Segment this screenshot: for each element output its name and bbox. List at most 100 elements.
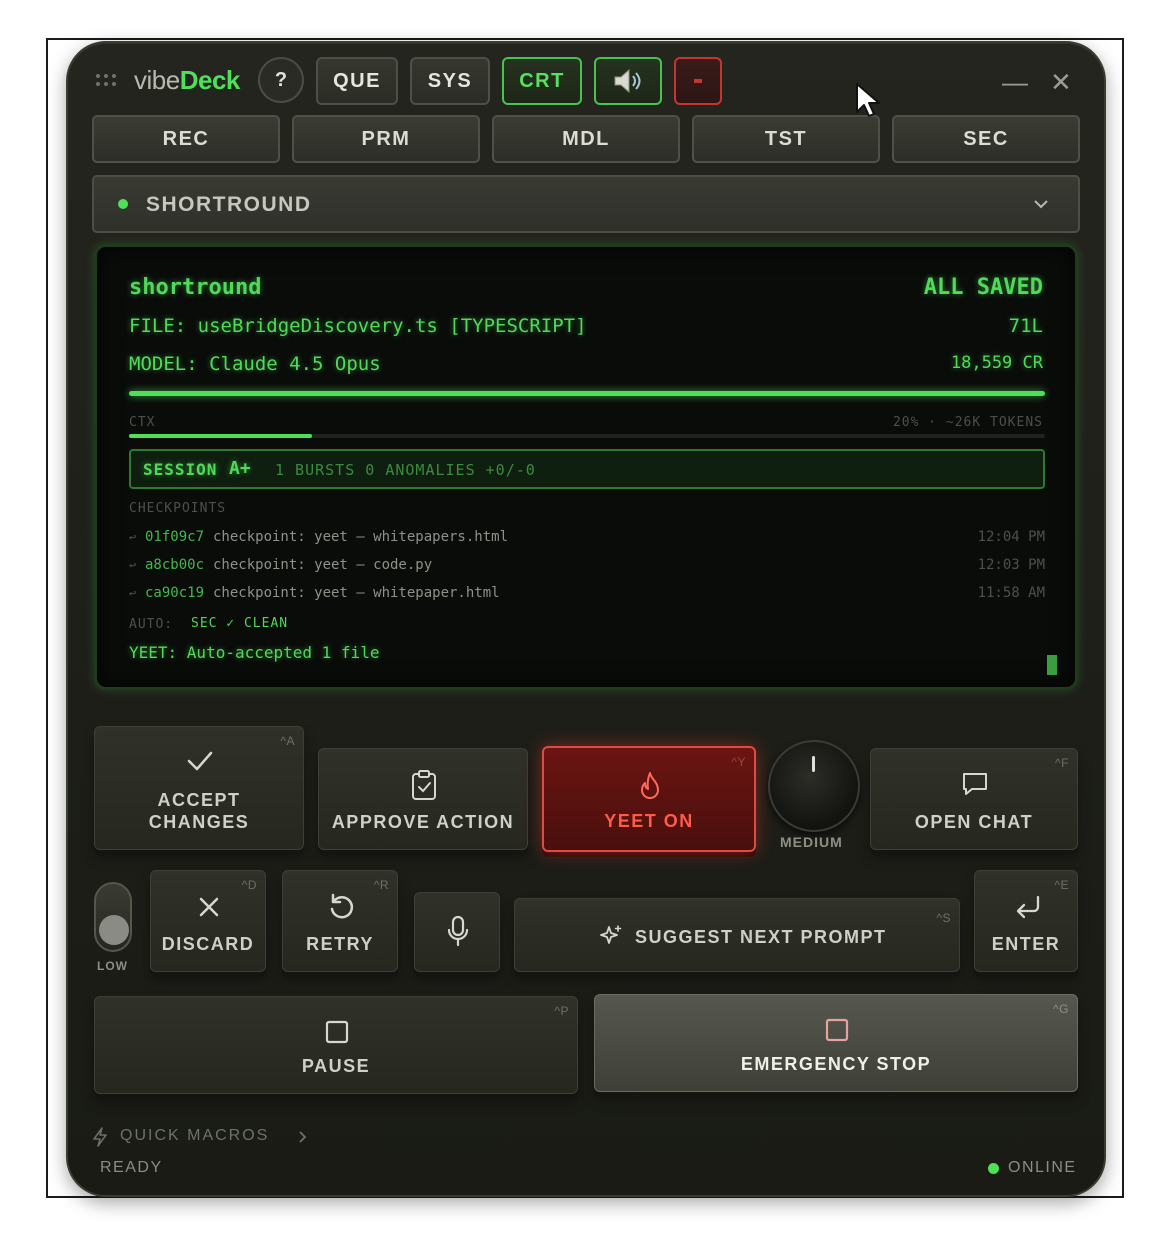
- checkpoint-row[interactable]: ↩ a8cb00c checkpoint: yeet – code.py 12:…: [129, 557, 1045, 577]
- brand-plain: vibe: [134, 65, 180, 95]
- app-logo: vibeDeck: [134, 65, 240, 96]
- retry-label: RETRY: [306, 934, 374, 954]
- project-name: SHORTROUND: [146, 193, 312, 216]
- knob-label: MEDIUM: [780, 834, 843, 850]
- shortcut-hint: ^Y: [731, 755, 746, 769]
- session-stats: 1 BURSTS 0 ANOMALIES +0/-0: [275, 461, 536, 479]
- record-stop-button[interactable]: [674, 57, 722, 105]
- knob-indicator: [812, 756, 815, 772]
- retry-icon: [330, 893, 354, 919]
- session-label: SESSION: [143, 460, 218, 479]
- close-button[interactable]: ✕: [1050, 67, 1072, 98]
- mouse-cursor-icon: [856, 83, 880, 117]
- tab-sec[interactable]: SEC: [892, 115, 1080, 163]
- pause-button[interactable]: ^P PAUSE: [94, 996, 578, 1094]
- quick-macros-label: QUICK MACROS: [120, 1127, 270, 1144]
- revert-icon: ↩: [129, 530, 137, 544]
- online-indicator: [988, 1163, 999, 1174]
- lightning-icon: [93, 1127, 107, 1147]
- checkpoint-time: 12:04 PM: [977, 529, 1045, 545]
- quick-macros-toggle[interactable]: QUICK MACROS: [92, 1125, 312, 1147]
- open-chat-button[interactable]: ^F OPEN CHAT: [870, 748, 1078, 850]
- revert-icon: ↩: [129, 558, 137, 572]
- revert-icon: ↩: [129, 586, 137, 600]
- clipboard-check-icon: [412, 770, 436, 800]
- suggest-label: SUGGEST NEXT PROMPT: [635, 927, 887, 947]
- tab-rec[interactable]: REC: [92, 115, 280, 163]
- ctx-label: CTX: [129, 415, 156, 430]
- retry-button[interactable]: ^R RETRY: [282, 870, 398, 972]
- terminal-cursor: [1047, 655, 1057, 675]
- tab-tst[interactable]: TST: [692, 115, 880, 163]
- yeet-toggle-button[interactable]: ^Y YEET ON: [542, 746, 756, 852]
- checkpoint-row[interactable]: ↩ ca90c19 checkpoint: yeet – whitepaper.…: [129, 585, 1045, 605]
- checkpoint-hash: 01f09c7: [145, 529, 205, 545]
- help-button[interactable]: ?: [258, 57, 304, 103]
- microphone-button[interactable]: [414, 892, 500, 972]
- minimize-button[interactable]: —: [1002, 67, 1028, 98]
- accept-label-1: ACCEPT: [157, 790, 241, 810]
- project-id: shortround: [129, 275, 262, 300]
- suggest-next-prompt-button[interactable]: ^S SUGGEST NEXT PROMPT: [514, 898, 960, 972]
- stop-square-icon: [825, 1018, 849, 1042]
- checkpoint-message: checkpoint: yeet – whitepapers.html: [213, 529, 509, 545]
- toggle-thumb: [99, 915, 129, 945]
- emergency-stop-button[interactable]: ^G EMERGENCY STOP: [594, 994, 1078, 1092]
- sparkles-icon: [600, 925, 622, 944]
- accept-label-2: CHANGES: [148, 812, 250, 832]
- discard-button[interactable]: ^D DISCARD: [150, 870, 266, 972]
- drag-handle-icon[interactable]: [96, 74, 118, 88]
- open-chat-label: OPEN CHAT: [914, 812, 1034, 832]
- toggle-label: LOW: [97, 959, 128, 973]
- sound-button[interactable]: [594, 57, 662, 105]
- queue-button[interactable]: QUE: [316, 57, 398, 105]
- checkpoint-message: checkpoint: yeet – whitepaper.html: [213, 585, 500, 601]
- shortcut-hint: ^D: [241, 878, 257, 892]
- checkpoint-time: 12:03 PM: [977, 557, 1045, 573]
- checkpoint-hash: a8cb00c: [145, 557, 205, 573]
- ctx-fill: [129, 434, 312, 438]
- emergency-label: EMERGENCY STOP: [740, 1054, 932, 1074]
- tab-prm[interactable]: PRM: [292, 115, 480, 163]
- status-ready: READY: [100, 1159, 163, 1176]
- tab-mdl[interactable]: MDL: [492, 115, 680, 163]
- shortcut-hint: ^S: [936, 911, 951, 925]
- status-online: ONLINE: [1008, 1159, 1077, 1176]
- flame-icon: [641, 772, 659, 799]
- crt-display: shortround ALL SAVED FILE: useBridgeDisc…: [94, 244, 1078, 690]
- yeet-label: YEET ON: [604, 811, 694, 831]
- chevron-down-icon: [1034, 200, 1048, 209]
- approve-label: APPROVE ACTION: [331, 812, 515, 832]
- enter-label: ENTER: [991, 934, 1061, 954]
- save-progress-bar: [129, 391, 1045, 396]
- file-line: FILE: useBridgeDiscovery.ts [TYPESCRIPT]: [129, 315, 587, 337]
- credits: 18,559 CR: [950, 353, 1043, 373]
- enter-button[interactable]: ^E ENTER: [974, 870, 1078, 972]
- x-icon: [199, 897, 219, 917]
- checkpoint-time: 11:58 AM: [977, 585, 1045, 601]
- yeet-line: YEET: Auto-accepted 1 file: [129, 643, 380, 662]
- microphone-icon: [447, 915, 469, 947]
- checkpoint-message: checkpoint: yeet – code.py: [213, 557, 433, 573]
- chevron-right-icon: [299, 1131, 307, 1143]
- mode-toggle-switch[interactable]: [94, 882, 132, 952]
- shortcut-hint: ^G: [1053, 1002, 1069, 1016]
- red-indicator-icon: [694, 79, 702, 83]
- pause-label: PAUSE: [301, 1056, 371, 1076]
- auto-label: AUTO:: [129, 617, 174, 632]
- checkpoint-hash: ca90c19: [145, 585, 205, 601]
- auto-value: SEC ✓ CLEAN: [191, 616, 289, 631]
- crt-button[interactable]: CRT: [502, 57, 582, 105]
- system-button[interactable]: SYS: [410, 57, 490, 105]
- approve-action-button[interactable]: APPROVE ACTION: [318, 748, 528, 850]
- project-select[interactable]: SHORTROUND: [92, 175, 1080, 233]
- intensity-knob[interactable]: [768, 740, 860, 832]
- shortcut-hint: ^A: [280, 734, 295, 748]
- model-line: MODEL: Claude 4.5 Opus: [129, 353, 381, 375]
- checkpoint-row[interactable]: ↩ 01f09c7 checkpoint: yeet – whitepapers…: [129, 529, 1045, 549]
- vibedeck-window: vibeDeck ? QUE SYS CRT — ✕ REC PRM MDL T…: [66, 41, 1106, 1197]
- shortcut-hint: ^E: [1054, 878, 1069, 892]
- accept-changes-button[interactable]: ^A ACCEPT CHANGES: [94, 726, 304, 850]
- project-status-dot: [118, 199, 128, 209]
- shortcut-hint: ^P: [554, 1004, 569, 1018]
